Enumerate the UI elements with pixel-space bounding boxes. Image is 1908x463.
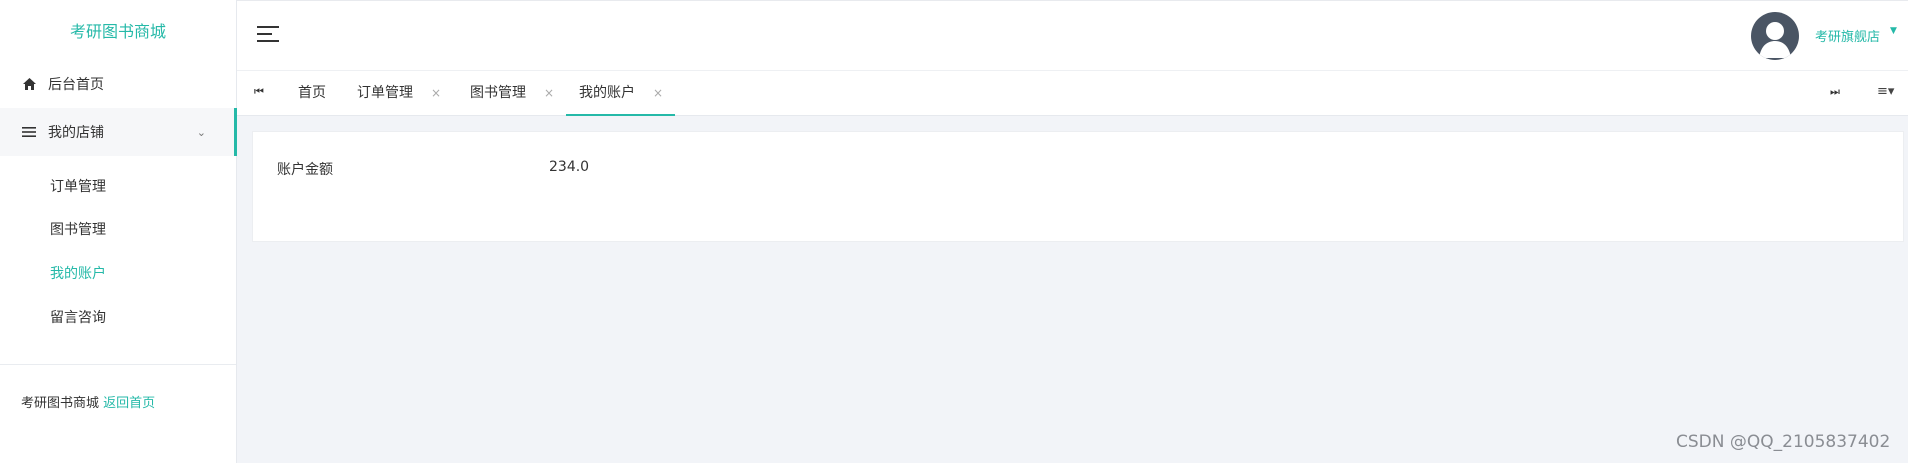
hamburger-icon[interactable] [257,25,279,47]
tab-menu-icon[interactable]: ≡▾ [1877,84,1894,99]
tab-books[interactable]: 图书管理 × [470,71,554,116]
sidebar: 考研图书商城 后台首页 我的店铺 ⌄ 订单管理 图书管理 我的账户 留言咨询 考… [0,0,237,463]
sidebar-subitem-my-account[interactable]: 我的账户 [50,263,106,285]
sidebar-footer: 考研图书商城 返回首页 [21,392,155,411]
sidebar-item-label: 我的店铺 [48,125,104,141]
close-icon[interactable]: × [544,86,554,100]
tab-orders[interactable]: 订单管理 × [357,71,441,116]
tab-label: 图书管理 [470,85,526,101]
balance-label: 账户金额 [277,162,333,178]
chevron-down-icon: ⌄ [196,125,206,139]
close-icon[interactable]: × [653,86,663,100]
sidebar-subitem-messages[interactable]: 留言咨询 [50,307,106,329]
tab-home[interactable]: 首页 [298,71,326,116]
user-name[interactable]: 考研旗舰店 [1815,26,1880,45]
tab-scroll-right-icon[interactable]: ⏭ [1830,85,1840,99]
back-home-link[interactable]: 返回首页 [103,396,155,411]
sidebar-item-my-shop[interactable]: 我的店铺 ⌄ [0,108,237,156]
sidebar-divider [0,364,236,365]
close-icon[interactable]: × [431,86,441,100]
sidebar-item-dashboard[interactable]: 后台首页 [0,60,237,108]
tab-bar: ⏮ 首页 订单管理 × 图书管理 × 我的账户 × ⏭ ≡▾ [237,70,1908,116]
tab-label: 订单管理 [357,85,413,101]
tab-my-account[interactable]: 我的账户 × [566,71,676,116]
caret-down-icon[interactable]: ▼ [1890,26,1897,36]
top-header: 考研旗舰店 ▼ [237,0,1908,70]
tab-label: 我的账户 [579,85,635,101]
tab-scroll-left-icon[interactable]: ⏮ [254,85,264,99]
avatar-icon[interactable] [1751,12,1799,60]
sidebar-subitem-books[interactable]: 图书管理 [50,219,106,241]
brand-title[interactable]: 考研图书商城 [0,0,236,60]
footer-site-name: 考研图书商城 [21,396,100,411]
watermark: CSDN @QQ_2105837402 [1676,432,1891,452]
list-icon [18,126,40,138]
home-icon [18,77,40,91]
sidebar-subitem-orders[interactable]: 订单管理 [50,176,106,198]
balance-value: 234.0 [549,159,590,175]
account-card: 账户金额 234.0 [252,131,1904,242]
sidebar-item-label: 后台首页 [48,77,104,93]
tab-label: 首页 [298,85,326,101]
